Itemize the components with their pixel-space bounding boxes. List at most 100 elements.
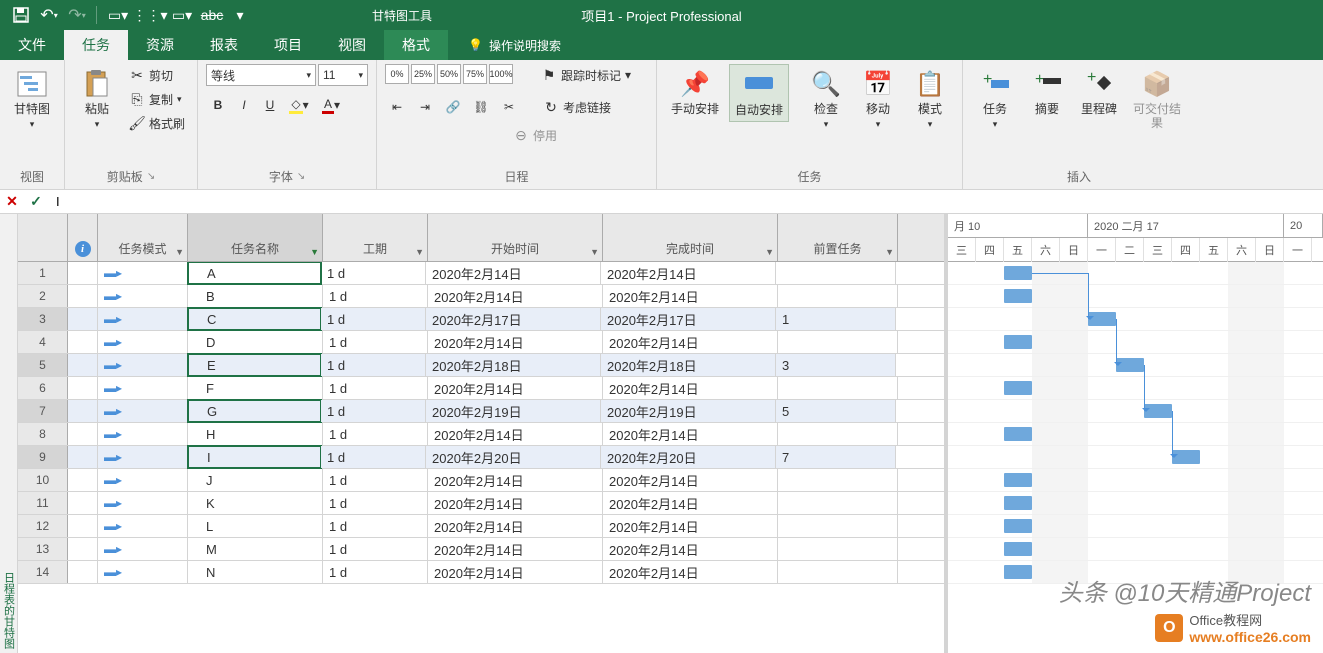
cell-start[interactable]: 2020年2月14日 <box>428 423 603 445</box>
cell-pred[interactable]: 3 <box>776 354 896 376</box>
table-row[interactable]: 3▬▸C1 d2020年2月17日2020年2月17日1 <box>18 308 944 331</box>
cell-info[interactable] <box>68 308 98 330</box>
gantt-row[interactable] <box>948 308 1323 331</box>
manual-schedule-button[interactable]: 📌 手动安排 <box>665 64 725 120</box>
pct-100-button[interactable]: 100% <box>489 64 513 84</box>
cell-start[interactable]: 2020年2月17日 <box>426 308 601 330</box>
indent-button[interactable]: ⇥ <box>413 96 437 118</box>
qat-strike[interactable]: abc <box>199 3 225 27</box>
underline-button[interactable]: U <box>258 94 282 116</box>
gantt-bar[interactable] <box>1004 335 1032 349</box>
fill-color-button[interactable]: ◇▾ <box>284 94 314 116</box>
cell-finish[interactable]: 2020年2月19日 <box>601 400 776 422</box>
cell-pred[interactable] <box>778 285 898 307</box>
cell-mode[interactable]: ▬▸ <box>98 469 188 491</box>
cell-info[interactable] <box>68 561 98 583</box>
gantt-bar[interactable] <box>1004 266 1032 280</box>
col-finish[interactable]: 完成时间▼ <box>603 214 778 261</box>
gantt-row[interactable] <box>948 446 1323 469</box>
accept-entry-button[interactable]: ✓ <box>24 191 48 213</box>
row-number[interactable]: 10 <box>18 469 68 491</box>
cell-finish[interactable]: 2020年2月14日 <box>603 515 778 537</box>
qat-custom-1[interactable]: ▭▾ <box>103 3 133 27</box>
redo-button[interactable]: ↷▾ <box>64 3 90 27</box>
cell-finish[interactable]: 2020年2月14日 <box>601 262 776 284</box>
row-number[interactable]: 13 <box>18 538 68 560</box>
pct-0-button[interactable]: 0% <box>385 64 409 84</box>
cell-finish[interactable]: 2020年2月14日 <box>603 538 778 560</box>
gantt-row[interactable] <box>948 285 1323 308</box>
gantt-bar[interactable] <box>1004 473 1032 487</box>
font-launcher[interactable]: ↘ <box>297 171 305 182</box>
tab-task[interactable]: 任务 <box>64 30 128 60</box>
undo-button[interactable]: ↶▾ <box>36 3 62 27</box>
copy-button[interactable]: ⎘复制 ▾ <box>125 88 189 110</box>
cell-info[interactable] <box>68 515 98 537</box>
cell-finish[interactable]: 2020年2月14日 <box>603 469 778 491</box>
tab-project[interactable]: 项目 <box>256 30 320 60</box>
cell-start[interactable]: 2020年2月14日 <box>428 377 603 399</box>
row-number[interactable]: 6 <box>18 377 68 399</box>
cell-pred[interactable] <box>778 538 898 560</box>
outdent-button[interactable]: ⇤ <box>385 96 409 118</box>
cell-mode[interactable]: ▬▸ <box>98 515 188 537</box>
track-mark-button[interactable]: ⚑跟踪时标记 ▾ <box>537 64 635 86</box>
gantt-chart[interactable]: 月 10 2020 二月 17 20 三四五六日一二三四五六日一 <box>948 214 1323 653</box>
cancel-entry-button[interactable]: ✕ <box>0 191 24 213</box>
cell-start[interactable]: 2020年2月14日 <box>428 469 603 491</box>
cell-name[interactable]: G <box>187 399 322 423</box>
cell-duration[interactable]: 1 d <box>323 469 428 491</box>
table-row[interactable]: 12▬▸L1 d2020年2月14日2020年2月14日 <box>18 515 944 538</box>
table-row[interactable]: 1▬▸A1 d2020年2月14日2020年2月14日 <box>18 262 944 285</box>
cell-mode[interactable]: ▬▸ <box>98 400 188 422</box>
gantt-bar[interactable] <box>1004 565 1032 579</box>
cell-pred[interactable] <box>778 377 898 399</box>
cell-name[interactable]: A <box>187 261 322 285</box>
table-row[interactable]: 2▬▸B1 d2020年2月14日2020年2月14日 <box>18 285 944 308</box>
row-number[interactable]: 7 <box>18 400 68 422</box>
cell-mode[interactable]: ▬▸ <box>98 262 188 284</box>
cell-mode[interactable]: ▬▸ <box>98 538 188 560</box>
row-number[interactable]: 1 <box>18 262 68 284</box>
gantt-row[interactable] <box>948 423 1323 446</box>
cell-info[interactable] <box>68 492 98 514</box>
cell-start[interactable]: 2020年2月14日 <box>428 331 603 353</box>
gantt-row[interactable] <box>948 492 1323 515</box>
cell-finish[interactable]: 2020年2月14日 <box>603 423 778 445</box>
col-duration[interactable]: 工期▼ <box>323 214 428 261</box>
cell-name[interactable]: K <box>188 492 323 514</box>
select-all-corner[interactable] <box>18 214 68 261</box>
cell-info[interactable] <box>68 469 98 491</box>
cell-info[interactable] <box>68 377 98 399</box>
cell-name[interactable]: N <box>188 561 323 583</box>
tab-view[interactable]: 视图 <box>320 30 384 60</box>
gantt-bar[interactable] <box>1004 496 1032 510</box>
cell-duration[interactable]: 1 d <box>321 262 426 284</box>
row-number[interactable]: 12 <box>18 515 68 537</box>
cell-mode[interactable]: ▬▸ <box>98 423 188 445</box>
gantt-bar[interactable] <box>1004 381 1032 395</box>
cell-duration[interactable]: 1 d <box>323 515 428 537</box>
cell-info[interactable] <box>68 354 98 376</box>
gantt-bar[interactable] <box>1004 542 1032 556</box>
cut-button[interactable]: ✂剪切 <box>125 64 189 86</box>
unlink-button[interactable]: ⛓ <box>469 96 493 118</box>
pct-50-button[interactable]: 50% <box>437 64 461 84</box>
table-row[interactable]: 13▬▸M1 d2020年2月14日2020年2月14日 <box>18 538 944 561</box>
cell-finish[interactable]: 2020年2月17日 <box>601 308 776 330</box>
row-number[interactable]: 14 <box>18 561 68 583</box>
cell-start[interactable]: 2020年2月14日 <box>428 515 603 537</box>
cell-mode[interactable]: ▬▸ <box>98 285 188 307</box>
gantt-row[interactable] <box>948 354 1323 377</box>
cell-duration[interactable]: 1 d <box>323 331 428 353</box>
gantt-row[interactable] <box>948 538 1323 561</box>
insert-milestone-button[interactable]: + 里程碑 <box>1075 64 1123 120</box>
cell-finish[interactable]: 2020年2月18日 <box>601 354 776 376</box>
mode-button[interactable]: 📋 模式▾ <box>906 64 954 135</box>
cell-pred[interactable] <box>778 561 898 583</box>
cell-name[interactable]: B <box>188 285 323 307</box>
table-row[interactable]: 7▬▸G1 d2020年2月19日2020年2月19日5 <box>18 400 944 423</box>
table-row[interactable]: 6▬▸F1 d2020年2月14日2020年2月14日 <box>18 377 944 400</box>
cell-start[interactable]: 2020年2月14日 <box>428 492 603 514</box>
cell-mode[interactable]: ▬▸ <box>98 561 188 583</box>
